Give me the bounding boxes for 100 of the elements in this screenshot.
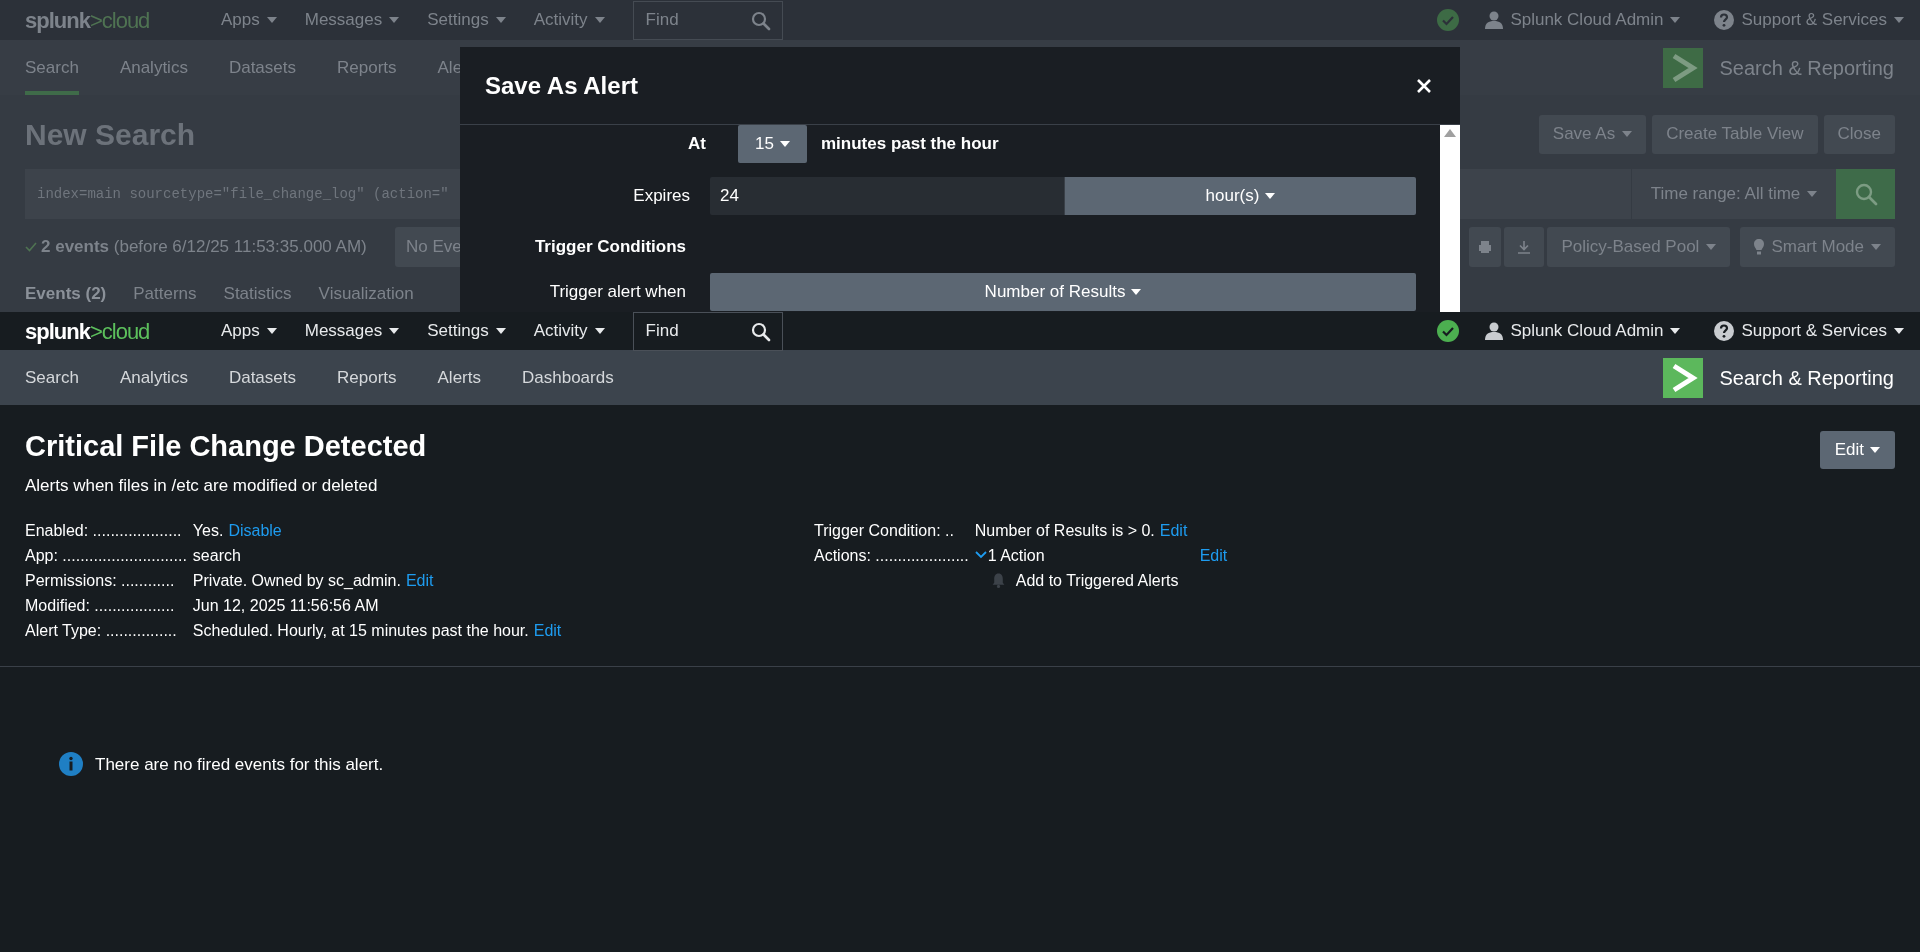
- edit-link[interactable]: Edit: [405, 569, 434, 591]
- app-tab[interactable]: Datasets: [228, 350, 296, 405]
- close-icon: [1417, 78, 1431, 93]
- app-name: Search & Reporting: [1719, 365, 1894, 391]
- find-field[interactable]: Find: [632, 311, 783, 351]
- caret-icon: [1670, 328, 1681, 334]
- caret-icon: [389, 328, 400, 334]
- detail-value: Number of Results is > 0.: [974, 520, 1155, 541]
- scrollbar[interactable]: [1440, 125, 1460, 312]
- app-tab[interactable]: Reports: [337, 350, 397, 405]
- caret-icon: [495, 328, 506, 334]
- search-button[interactable]: [1836, 169, 1895, 219]
- section-heading: Trigger Conditions: [533, 236, 687, 259]
- user-menu-button[interactable]: Splunk Cloud Admin: [1485, 7, 1681, 33]
- splunk-cloud-logo: splunk>cloud: [25, 317, 151, 346]
- support-menu-button[interactable]: Support & Services: [1714, 7, 1904, 33]
- caret-icon: [389, 17, 400, 23]
- caret-icon: [1871, 244, 1881, 250]
- find-field[interactable]: Find: [632, 0, 783, 40]
- detail-value: Private. Owned by sc_admin.: [192, 570, 401, 591]
- caret-icon: [495, 17, 506, 23]
- scroll-up-icon: [1444, 129, 1456, 137]
- caret-icon: [779, 141, 790, 147]
- app-tab[interactable]: Analytics: [119, 40, 188, 95]
- caret-icon: [1870, 447, 1880, 453]
- caret-icon: [1894, 17, 1904, 23]
- app-name: Search & Reporting: [1719, 55, 1894, 81]
- download-button[interactable]: [1504, 227, 1545, 267]
- field-suffix: minutes past the hour: [821, 133, 999, 156]
- field-label: Expires: [632, 185, 691, 208]
- event-count: 2 events (before 6/12/25 11:53:35.000 AM): [41, 236, 367, 259]
- result-tab[interactable]: Events (2): [25, 281, 107, 307]
- help-icon: [1714, 321, 1735, 341]
- edit-button[interactable]: Edit: [1819, 431, 1895, 469]
- detail-value: Yes.: [192, 520, 224, 541]
- edit-link[interactable]: Disable: [228, 519, 282, 541]
- chevron-down-icon: [974, 551, 987, 559]
- splunk-cloud-logo: splunk>cloud: [25, 6, 151, 35]
- download-icon: [1517, 240, 1532, 254]
- status-check-icon: [1437, 9, 1460, 31]
- caret-icon: [1131, 289, 1142, 295]
- search-icon: [750, 10, 771, 31]
- app-tab[interactable]: Dashboards: [522, 350, 614, 405]
- menu-button[interactable]: Apps: [221, 318, 277, 344]
- status-check-icon: [1437, 320, 1460, 342]
- caret-icon: [1265, 193, 1276, 199]
- app-tab[interactable]: Search: [25, 40, 79, 95]
- field-label: Trigger alert when: [548, 281, 687, 304]
- caret-icon: [594, 328, 605, 334]
- print-button[interactable]: [1469, 227, 1502, 267]
- caret-icon: [1670, 17, 1681, 23]
- edit-link[interactable]: Edit: [1199, 544, 1228, 566]
- result-tab[interactable]: Patterns: [133, 281, 197, 307]
- result-tab[interactable]: Statistics: [223, 281, 292, 307]
- search-icon: [1853, 182, 1878, 206]
- menu-button[interactable]: Settings: [427, 7, 506, 33]
- menu-button[interactable]: Messages: [304, 318, 400, 344]
- minute-dropdown[interactable]: 15: [738, 125, 807, 163]
- menu-button[interactable]: Apps: [221, 7, 277, 33]
- user-menu-button[interactable]: Splunk Cloud Admin: [1485, 318, 1681, 344]
- expires-input[interactable]: 24: [710, 177, 1064, 215]
- printer-icon: [1478, 240, 1493, 254]
- detail-value: search: [192, 545, 241, 566]
- caret-icon: [266, 328, 277, 334]
- unit-dropdown[interactable]: hour(s): [1064, 177, 1416, 215]
- bell-icon: [990, 572, 1006, 588]
- caret-icon: [1622, 131, 1633, 137]
- alert-title: Critical File Change Detected: [25, 429, 427, 464]
- trigger-dropdown[interactable]: Number of Results: [710, 273, 1416, 311]
- detail-label: Modified: ..................: [25, 595, 176, 616]
- detail-label: Actions: .....................: [814, 545, 969, 566]
- app-tab[interactable]: Search: [25, 350, 79, 405]
- menu-button[interactable]: Activity: [533, 7, 605, 33]
- caret-icon: [594, 17, 605, 23]
- detail-label: Permissions: ............: [25, 570, 176, 591]
- help-icon: [1714, 10, 1735, 30]
- app-tab[interactable]: Alerts: [437, 350, 481, 405]
- app-tab[interactable]: Analytics: [119, 350, 188, 405]
- user-icon: [1485, 321, 1504, 341]
- support-menu-button[interactable]: Support & Services: [1714, 318, 1904, 344]
- caret-icon: [266, 17, 277, 23]
- detail-label: App: ............................: [25, 545, 187, 566]
- detail-value: Scheduled. Hourly, at 15 minutes past the hour.: [192, 620, 529, 641]
- lightbulb-icon: [1754, 239, 1765, 255]
- actions-toggle[interactable]: 1 Action: [974, 544, 1045, 566]
- search-icon: [750, 321, 771, 342]
- caret-icon: [1894, 328, 1904, 334]
- dialog-title: Save As Alert: [485, 70, 638, 101]
- alert-description: Alerts when files in /etc are modified or deleted: [25, 475, 379, 497]
- action-item: Add to Triggered Alerts: [1015, 570, 1179, 591]
- menu-button[interactable]: Messages: [304, 7, 400, 33]
- user-icon: [1485, 10, 1504, 30]
- menu-button[interactable]: Settings: [427, 318, 506, 344]
- detail-label: Alert Type: ................: [25, 620, 178, 641]
- edit-link[interactable]: Edit: [533, 619, 562, 641]
- edit-link[interactable]: Edit: [1159, 519, 1188, 541]
- menu-button[interactable]: Activity: [533, 318, 605, 344]
- caret-icon: [1807, 191, 1818, 197]
- result-tab[interactable]: Visualization: [318, 281, 414, 307]
- detail-value: Jun 12, 2025 11:56:56 AM: [192, 595, 379, 616]
